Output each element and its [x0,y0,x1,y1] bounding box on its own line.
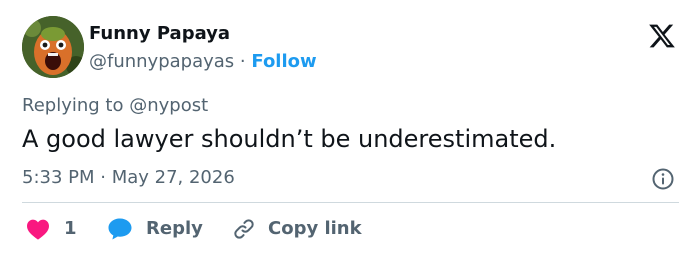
reply-label: Reply [146,218,203,239]
action-bar: 1 Reply Copy link [22,214,682,244]
user-handle[interactable]: @funnypapayas [89,51,234,72]
tweet-card: Funny Papaya @funnypapayas · Follow Repl… [0,0,700,256]
replying-to: Replying to @nypost [22,94,208,118]
tweet-timestamp[interactable]: 5:33 PM · May 27, 2026 [22,166,235,190]
display-name[interactable]: Funny Papaya [89,22,317,46]
copy-link-label: Copy link [268,218,362,239]
link-icon [234,219,254,239]
info-icon[interactable] [651,167,675,191]
avatar-image [22,16,84,78]
like-button[interactable]: 1 [26,214,77,244]
reply-mention[interactable]: @nypost [129,95,208,116]
user-info: Funny Papaya @funnypapayas · Follow [89,22,317,74]
avatar[interactable] [22,16,84,78]
follow-button[interactable]: Follow [251,51,316,72]
separator-dot: · [239,51,252,72]
handle-line: @funnypapayas · Follow [89,50,317,74]
like-count: 1 [64,218,77,239]
reply-button[interactable]: Reply [107,214,203,244]
heart-icon [27,219,49,240]
tweet-header: Funny Papaya @funnypapayas · Follow [22,16,682,78]
divider [22,202,679,203]
replying-to-prefix: Replying to [22,95,130,116]
tweet-text: A good lawyer shouldn’t be underestimate… [22,125,557,153]
speech-bubble-icon [108,218,132,240]
x-logo-icon[interactable] [648,22,676,50]
copy-link-button[interactable]: Copy link [232,214,362,244]
